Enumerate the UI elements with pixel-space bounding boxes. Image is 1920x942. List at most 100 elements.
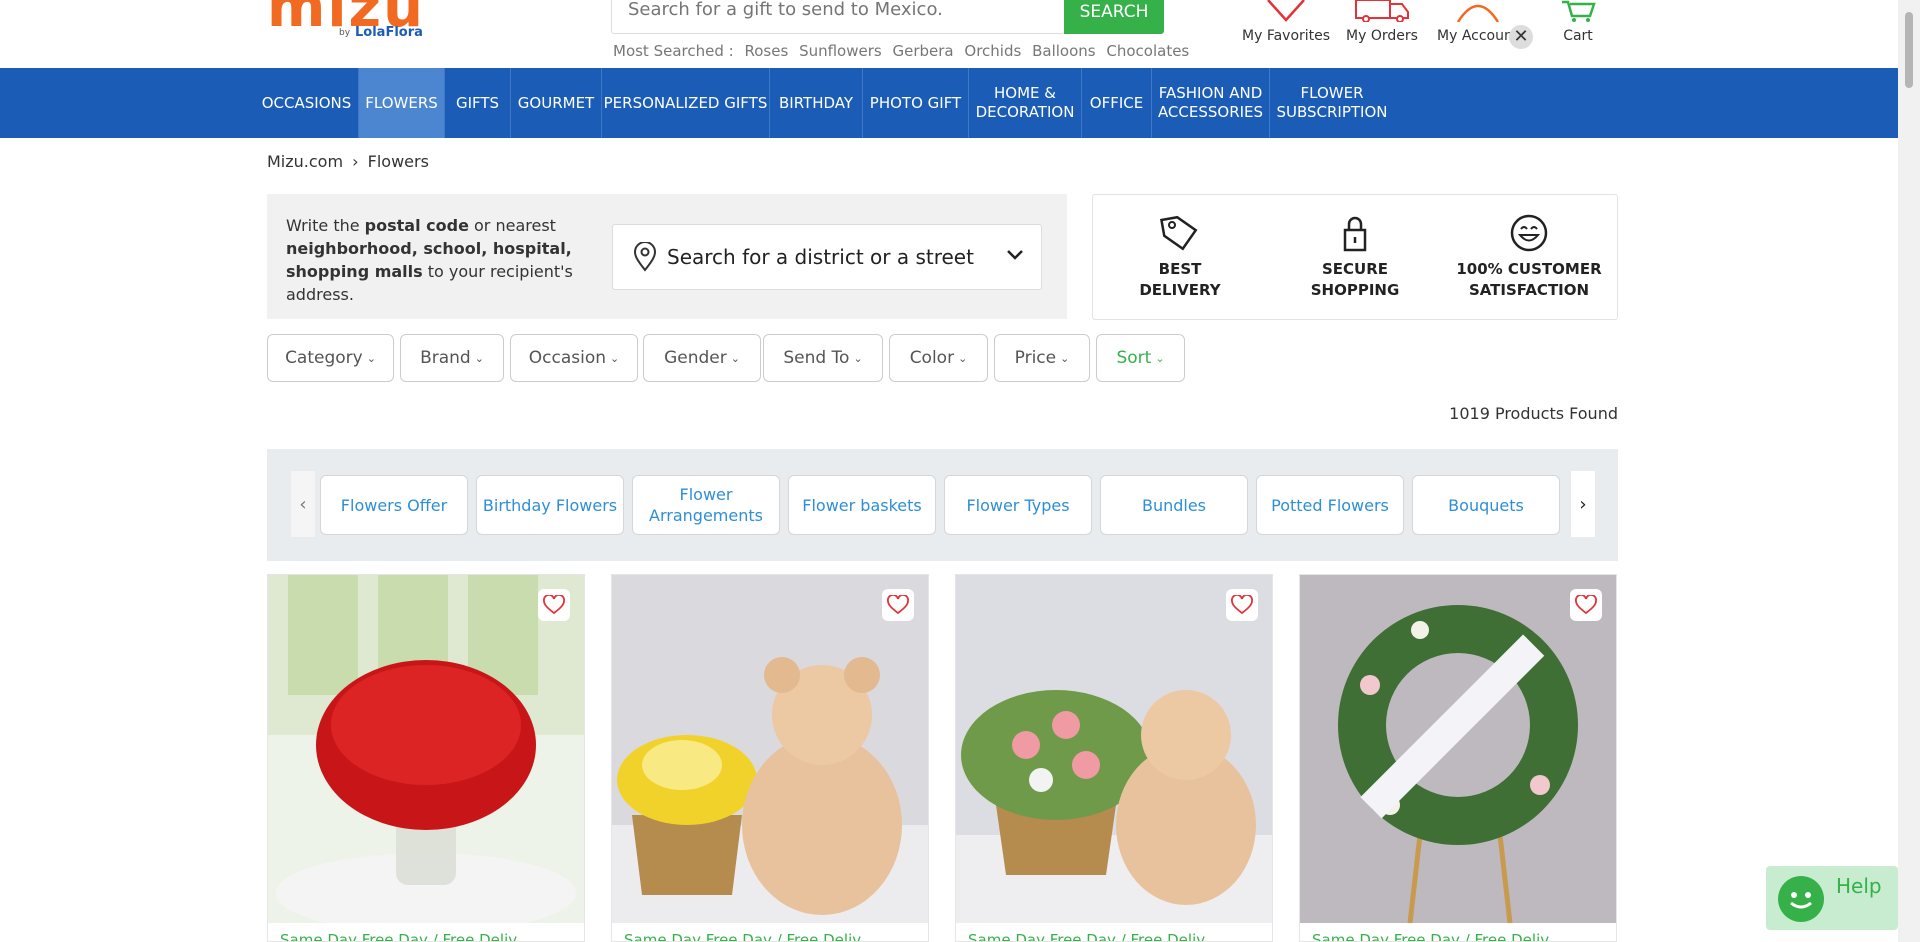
filter-price-label: Price [1014, 348, 1057, 368]
feature-secure-shopping-label: SECURE SHOPPING [1310, 260, 1400, 299]
subcategory-bouquets[interactable]: Bouquets [1412, 475, 1560, 535]
filter-occasion-label: Occasion [528, 348, 607, 368]
product-card[interactable]: Same Day Free Day / Free Deliv... [267, 574, 585, 942]
most-searched-link-gerbera[interactable]: Gerbera [892, 42, 953, 60]
subcategory-flower-types[interactable]: Flower Types [944, 475, 1092, 535]
cart-icon [1562, 0, 1596, 22]
filter-brand[interactable]: Brand ⌄ [400, 334, 504, 382]
logo-brand: LolaFlora [355, 25, 423, 40]
page-scrollbar[interactable] [1898, 0, 1920, 942]
user-icon [1456, 4, 1499, 22]
most-searched: Most Searched : Roses Sunflowers Gerbera… [613, 42, 1195, 60]
lock-icon [1343, 216, 1367, 252]
filter-color-label: Color [909, 348, 955, 368]
feature-best-delivery-label: BEST DELIVERY [1139, 260, 1221, 299]
nav-item-office[interactable]: OFFICE [1082, 68, 1152, 138]
chevron-right-icon[interactable]: › [1571, 471, 1595, 537]
close-icon[interactable]: ✕ [1509, 25, 1533, 49]
logo-by: by [339, 28, 351, 38]
truck-icon [1354, 0, 1409, 22]
chevron-down-icon: ⌄ [1155, 351, 1165, 365]
chevron-down-icon: ⌄ [853, 351, 863, 365]
favorite-button[interactable] [1570, 589, 1602, 621]
subcategory-birthday-flowers[interactable]: Birthday Flowers [476, 475, 624, 535]
tag-icon [1160, 215, 1198, 251]
product-image [1300, 575, 1616, 923]
chevron-down-icon: ⌄ [366, 351, 376, 365]
breadcrumb-current: Flowers [367, 152, 429, 171]
subcategory-flower-baskets[interactable]: Flower baskets [788, 475, 936, 535]
breadcrumb-separator: › [352, 152, 359, 171]
product-image [268, 575, 584, 923]
product-card[interactable]: Same Day Free Day / Free Deliv... [611, 574, 929, 942]
subcategory-potted-flowers[interactable]: Potted Flowers [1256, 475, 1404, 535]
most-searched-label: Most Searched : [613, 42, 734, 60]
filter-category[interactable]: Category ⌄ [267, 334, 394, 382]
nav-item-gourmet[interactable]: GOURMET [511, 68, 602, 138]
search-input[interactable] [628, 0, 1028, 20]
address-text-1: Write the [286, 216, 365, 235]
most-searched-link-roses[interactable]: Roses [744, 42, 788, 60]
filter-send-to[interactable]: Send To ⌄ [763, 334, 883, 382]
breadcrumb-home[interactable]: Mizu.com [267, 152, 343, 171]
filter-gender[interactable]: Gender ⌄ [643, 334, 761, 382]
heart-icon [1575, 595, 1597, 615]
orders-label: My Orders [1346, 28, 1418, 44]
filter-color[interactable]: Color ⌄ [889, 334, 988, 382]
filter-occasion[interactable]: Occasion ⌄ [510, 334, 638, 382]
filter-price[interactable]: Price ⌄ [994, 334, 1090, 382]
subcategory-flowers-offer[interactable]: Flowers Offer [320, 475, 468, 535]
nav-item-home-decoration[interactable]: HOME & DECORATION [969, 68, 1082, 138]
main-nav: OCCASIONS FLOWERS GIFTS GOURMET PERSONAL… [0, 68, 1898, 138]
product-caption: Same Day Free Day / Free Deliv... [280, 931, 531, 942]
account-link[interactable]: My Account [1437, 0, 1518, 44]
favorite-button[interactable] [538, 589, 570, 621]
product-caption: Same Day Free Day / Free Deliv... [968, 931, 1219, 942]
subcategory-flower-arrangements[interactable]: Flower Arrangements [632, 475, 780, 535]
help-chat-widget[interactable]: Help [1766, 866, 1898, 930]
favorites-link[interactable]: My Favorites [1242, 0, 1330, 44]
most-searched-link-orchids[interactable]: Orchids [964, 42, 1021, 60]
chevron-down-icon: ⌄ [1060, 351, 1070, 365]
most-searched-link-balloons[interactable]: Balloons [1032, 42, 1096, 60]
site-logo[interactable]: mizu by LolaFlora [267, 0, 442, 46]
subcategory-bundles[interactable]: Bundles [1100, 475, 1248, 535]
search-field[interactable] [611, 0, 1065, 34]
product-card[interactable]: Same Day Free Day / Free Deliv... [1299, 574, 1617, 942]
product-image [612, 575, 928, 923]
nav-item-occasions[interactable]: OCCASIONS [255, 68, 359, 138]
nav-item-flower-subscription[interactable]: FLOWER SUBSCRIPTION [1270, 68, 1394, 138]
nav-item-flowers[interactable]: FLOWERS [359, 68, 445, 138]
orders-link[interactable]: My Orders [1346, 0, 1418, 44]
filter-category-label: Category [285, 348, 363, 368]
filter-send-to-label: Send To [783, 348, 850, 368]
heart-icon [543, 595, 565, 615]
most-searched-link-chocolates[interactable]: Chocolates [1106, 42, 1189, 60]
heart-icon [1267, 0, 1305, 22]
site-header: mizu by LolaFlora SEARCH Most Searched :… [0, 0, 1898, 68]
nav-item-gifts[interactable]: GIFTS [445, 68, 511, 138]
nav-item-photo-gift[interactable]: PHOTO GIFT [863, 68, 969, 138]
chevron-down-icon: ⌄ [958, 351, 968, 365]
chevron-down-icon [1007, 250, 1023, 260]
nav-item-fashion-accessories[interactable]: FASHION AND ACCESSORIES [1152, 68, 1270, 138]
chevron-left-icon[interactable]: ‹ [291, 471, 315, 537]
cart-link[interactable]: Cart [1560, 0, 1596, 44]
filter-sort[interactable]: Sort ⌄ [1096, 334, 1185, 382]
nav-item-personalized-gifts[interactable]: PERSONALIZED GIFTS [602, 68, 770, 138]
most-searched-link-sunflowers[interactable]: Sunflowers [799, 42, 882, 60]
chevron-down-icon: ⌄ [610, 351, 620, 365]
address-text-2: or nearest [468, 216, 556, 235]
feature-secure-shopping: SECURE SHOPPING [1275, 213, 1435, 301]
product-caption: Same Day Free Day / Free Deliv... [624, 931, 875, 942]
nav-item-birthday[interactable]: BIRTHDAY [770, 68, 863, 138]
address-instructions: Write the postal code or nearest neighbo… [286, 214, 586, 306]
address-bold-1: postal code [364, 216, 469, 235]
scrollbar-thumb[interactable] [1905, 12, 1913, 88]
favorite-button[interactable] [1226, 589, 1258, 621]
account-label: My Account [1437, 28, 1519, 44]
product-card[interactable]: Same Day Free Day / Free Deliv... [955, 574, 1273, 942]
favorite-button[interactable] [882, 589, 914, 621]
district-search-select[interactable]: Search for a district or a street [612, 224, 1042, 290]
search-button[interactable]: SEARCH [1064, 0, 1164, 34]
